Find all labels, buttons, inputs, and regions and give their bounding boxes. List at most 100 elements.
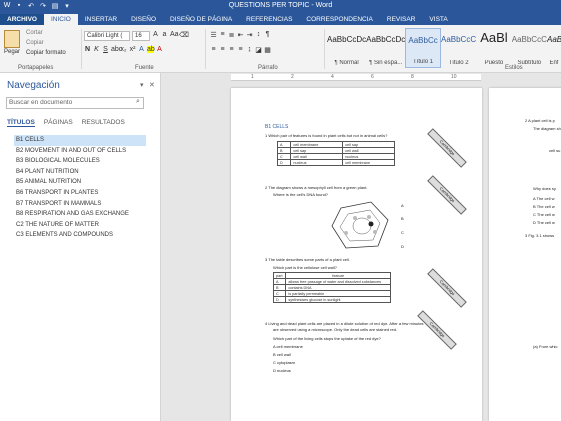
alignment-buttons: ≡ ≡ ≡ ≡ ↨ ◪ ▦ [210, 46, 271, 54]
font-color-icon[interactable]: A [156, 46, 163, 53]
ribbon-tabs: ARCHIVO INICIO INSERTAR DISEÑO DISEÑO DE… [0, 12, 561, 25]
style-heading-2[interactable]: AaBbCcC Título 2 [441, 28, 476, 68]
bullets-icon[interactable]: ☰ [210, 31, 217, 39]
tab-correspondencia[interactable]: CORRESPONDENCIA [299, 14, 379, 25]
question-text: 2 The diagram shows a mesophyll cell fro… [265, 185, 368, 190]
subscript-icon[interactable]: x₂ [120, 46, 127, 53]
tab-results[interactable]: RESULTADOS [82, 119, 125, 127]
pane-options-icon[interactable]: ▾ [140, 81, 144, 89]
copy-button[interactable]: Copiar [26, 40, 44, 46]
borders-icon[interactable]: ▦ [264, 46, 271, 54]
underline-icon[interactable]: S [102, 46, 109, 53]
divider [324, 29, 325, 69]
format-painter-button[interactable]: Copiar formato [26, 50, 66, 56]
styles-gallery: AaBbCcDc ¶ Normal AaBbCcDc ¶ Sin espa...… [327, 28, 561, 68]
paste-button[interactable]: Pegar [4, 49, 20, 55]
shrink-font-icon[interactable]: a [161, 31, 168, 39]
cambridge-banner: Cambridge [427, 175, 467, 215]
ruler-tick: 6 [371, 74, 374, 80]
font-group-label: Fuente [135, 65, 154, 71]
paste-icon[interactable] [4, 30, 20, 48]
ruler-tick: 10 [451, 74, 457, 80]
show-marks-icon[interactable]: ¶ [264, 31, 271, 39]
font-format-buttons: N K S abc x₂ x² A ab A [84, 46, 163, 53]
superscript-icon[interactable]: x² [129, 46, 136, 53]
tab-headings[interactable]: TÍTULOS [7, 119, 35, 127]
tab-referencias[interactable]: REFERENCIAS [239, 14, 299, 25]
text-effects-icon[interactable]: A [138, 46, 145, 53]
highlight-icon[interactable]: ab [147, 46, 155, 53]
font-name-select[interactable]: Calibri Light ( [84, 31, 130, 41]
align-right-icon[interactable]: ≡ [228, 46, 235, 54]
strikethrough-icon[interactable]: abc [111, 46, 122, 53]
italic-icon[interactable]: K [93, 46, 100, 53]
tab-diseno-pagina[interactable]: DISEÑO DE PÁGINA [163, 14, 239, 25]
list-item[interactable]: B2 MOVEMENT IN AND OUT OF CELLS [14, 146, 146, 157]
decrease-indent-icon[interactable]: ⇤ [237, 31, 244, 39]
multilevel-list-icon[interactable]: ≣ [228, 31, 235, 39]
justify-icon[interactable]: ≡ [237, 46, 244, 54]
shading-icon[interactable]: ◪ [255, 46, 262, 54]
document-page[interactable]: B1 CELLS 1 Which pair of features is fou… [231, 88, 482, 421]
search-input[interactable]: Buscar en documento [6, 97, 144, 109]
document-page[interactable]: 2 A plant cell is p The diagram sh cell … [489, 88, 561, 421]
list-item[interactable]: B4 PLANT NUTRITION [14, 167, 146, 178]
list-item[interactable]: B6 TRANSPORT IN PLANTES [14, 188, 146, 199]
list-item[interactable]: B8 RESPIRATION AND GAS EXCHANGE [14, 209, 146, 220]
tab-archivo[interactable]: ARCHIVO [0, 14, 44, 25]
list-item[interactable]: B3 BIOLOGICAL MOLECULES [14, 156, 146, 167]
list-item[interactable]: B7 TRANSPORT IN MAMMALS [14, 199, 146, 210]
close-icon[interactable]: ✕ [149, 81, 155, 89]
list-item[interactable]: C3 ELEMENTS AND COMPOUNDS [14, 230, 146, 241]
ruler-tick: 1 [251, 74, 254, 80]
list-item[interactable]: B5 ANIMAL NUTRITION [14, 177, 146, 188]
list-item[interactable]: B1 CELLS [14, 135, 146, 146]
list-item[interactable]: C2 THE NATURE OF MATTER [14, 220, 146, 231]
increase-indent-icon[interactable]: ⇥ [246, 31, 253, 39]
numbering-icon[interactable]: ≡ [219, 31, 226, 39]
font-size-select[interactable]: 16 [132, 31, 150, 41]
sort-icon[interactable]: ↕ [255, 31, 262, 39]
horizontal-ruler[interactable]: 1 2 4 6 8 10 [231, 74, 481, 81]
cut-button[interactable]: Cortar [26, 30, 43, 36]
grow-font-icon[interactable]: A [152, 31, 159, 39]
align-left-icon[interactable]: ≡ [210, 46, 217, 54]
title-bar: W ▪ ↶ ↷ ▤ ▾ QUESTIONS PER TOPIC - Word [0, 0, 561, 12]
style-name: Énf [549, 60, 559, 66]
document-title: QUESTIONS PER TOPIC - Word [228, 2, 333, 9]
tab-vista[interactable]: VISTA [422, 14, 454, 25]
bold-icon[interactable]: N [84, 46, 91, 53]
style-subtitle[interactable]: AaBbCcC Subtítulo [512, 28, 547, 68]
question-text: Where is the cell's DNA found? [273, 192, 329, 197]
navigation-title: Navegación [7, 80, 60, 91]
answer-option: C cytoplasm [273, 360, 296, 365]
style-preview: AaBbCcDc [366, 35, 406, 44]
answer-option: B cell wall [273, 352, 291, 357]
style-title[interactable]: AaBl Puesto [476, 28, 511, 68]
ribbon: Pegar Cortar Copiar Copiar formato Porta… [0, 25, 561, 73]
tab-pages[interactable]: PÁGINAS [44, 119, 73, 127]
tab-inicio[interactable]: INICIO [43, 14, 78, 25]
tab-revisar[interactable]: REVISAR [380, 14, 423, 25]
clear-format-icon[interactable]: ⌫ [179, 31, 189, 39]
tab-diseno[interactable]: DISEÑO [124, 14, 163, 25]
style-preview: AaBbCcDc [327, 35, 367, 44]
change-case-icon[interactable]: Aa [170, 31, 179, 39]
label-c: C [401, 230, 404, 235]
tab-insertar[interactable]: INSERTAR [78, 14, 124, 25]
style-no-spacing[interactable]: AaBbCcDc ¶ Sin espa... [366, 28, 405, 68]
question-text: 3 Fig. 3.1 shows [525, 233, 555, 238]
style-preview: AaBbCcC [511, 35, 547, 44]
align-center-icon[interactable]: ≡ [219, 46, 226, 54]
style-name: ¶ Normal [334, 60, 359, 66]
search-icon[interactable]: ⌕ [136, 98, 140, 106]
label-a: A [401, 203, 404, 208]
style-heading-1[interactable]: AaBbCc Título 1 [405, 28, 441, 68]
style-normal[interactable]: AaBbCcDc ¶ Normal [327, 28, 366, 68]
styles-group-label: Estilos [505, 65, 523, 71]
style-emphasis[interactable]: AaBbCcDc Énf [547, 28, 561, 68]
document-area[interactable]: B1 CELLS 1 Which pair of features is fou… [161, 82, 561, 421]
answer-option: A The cell w [533, 196, 555, 201]
question-text: are observed using a microscope. Only th… [273, 327, 398, 332]
line-spacing-icon[interactable]: ↨ [246, 46, 253, 54]
